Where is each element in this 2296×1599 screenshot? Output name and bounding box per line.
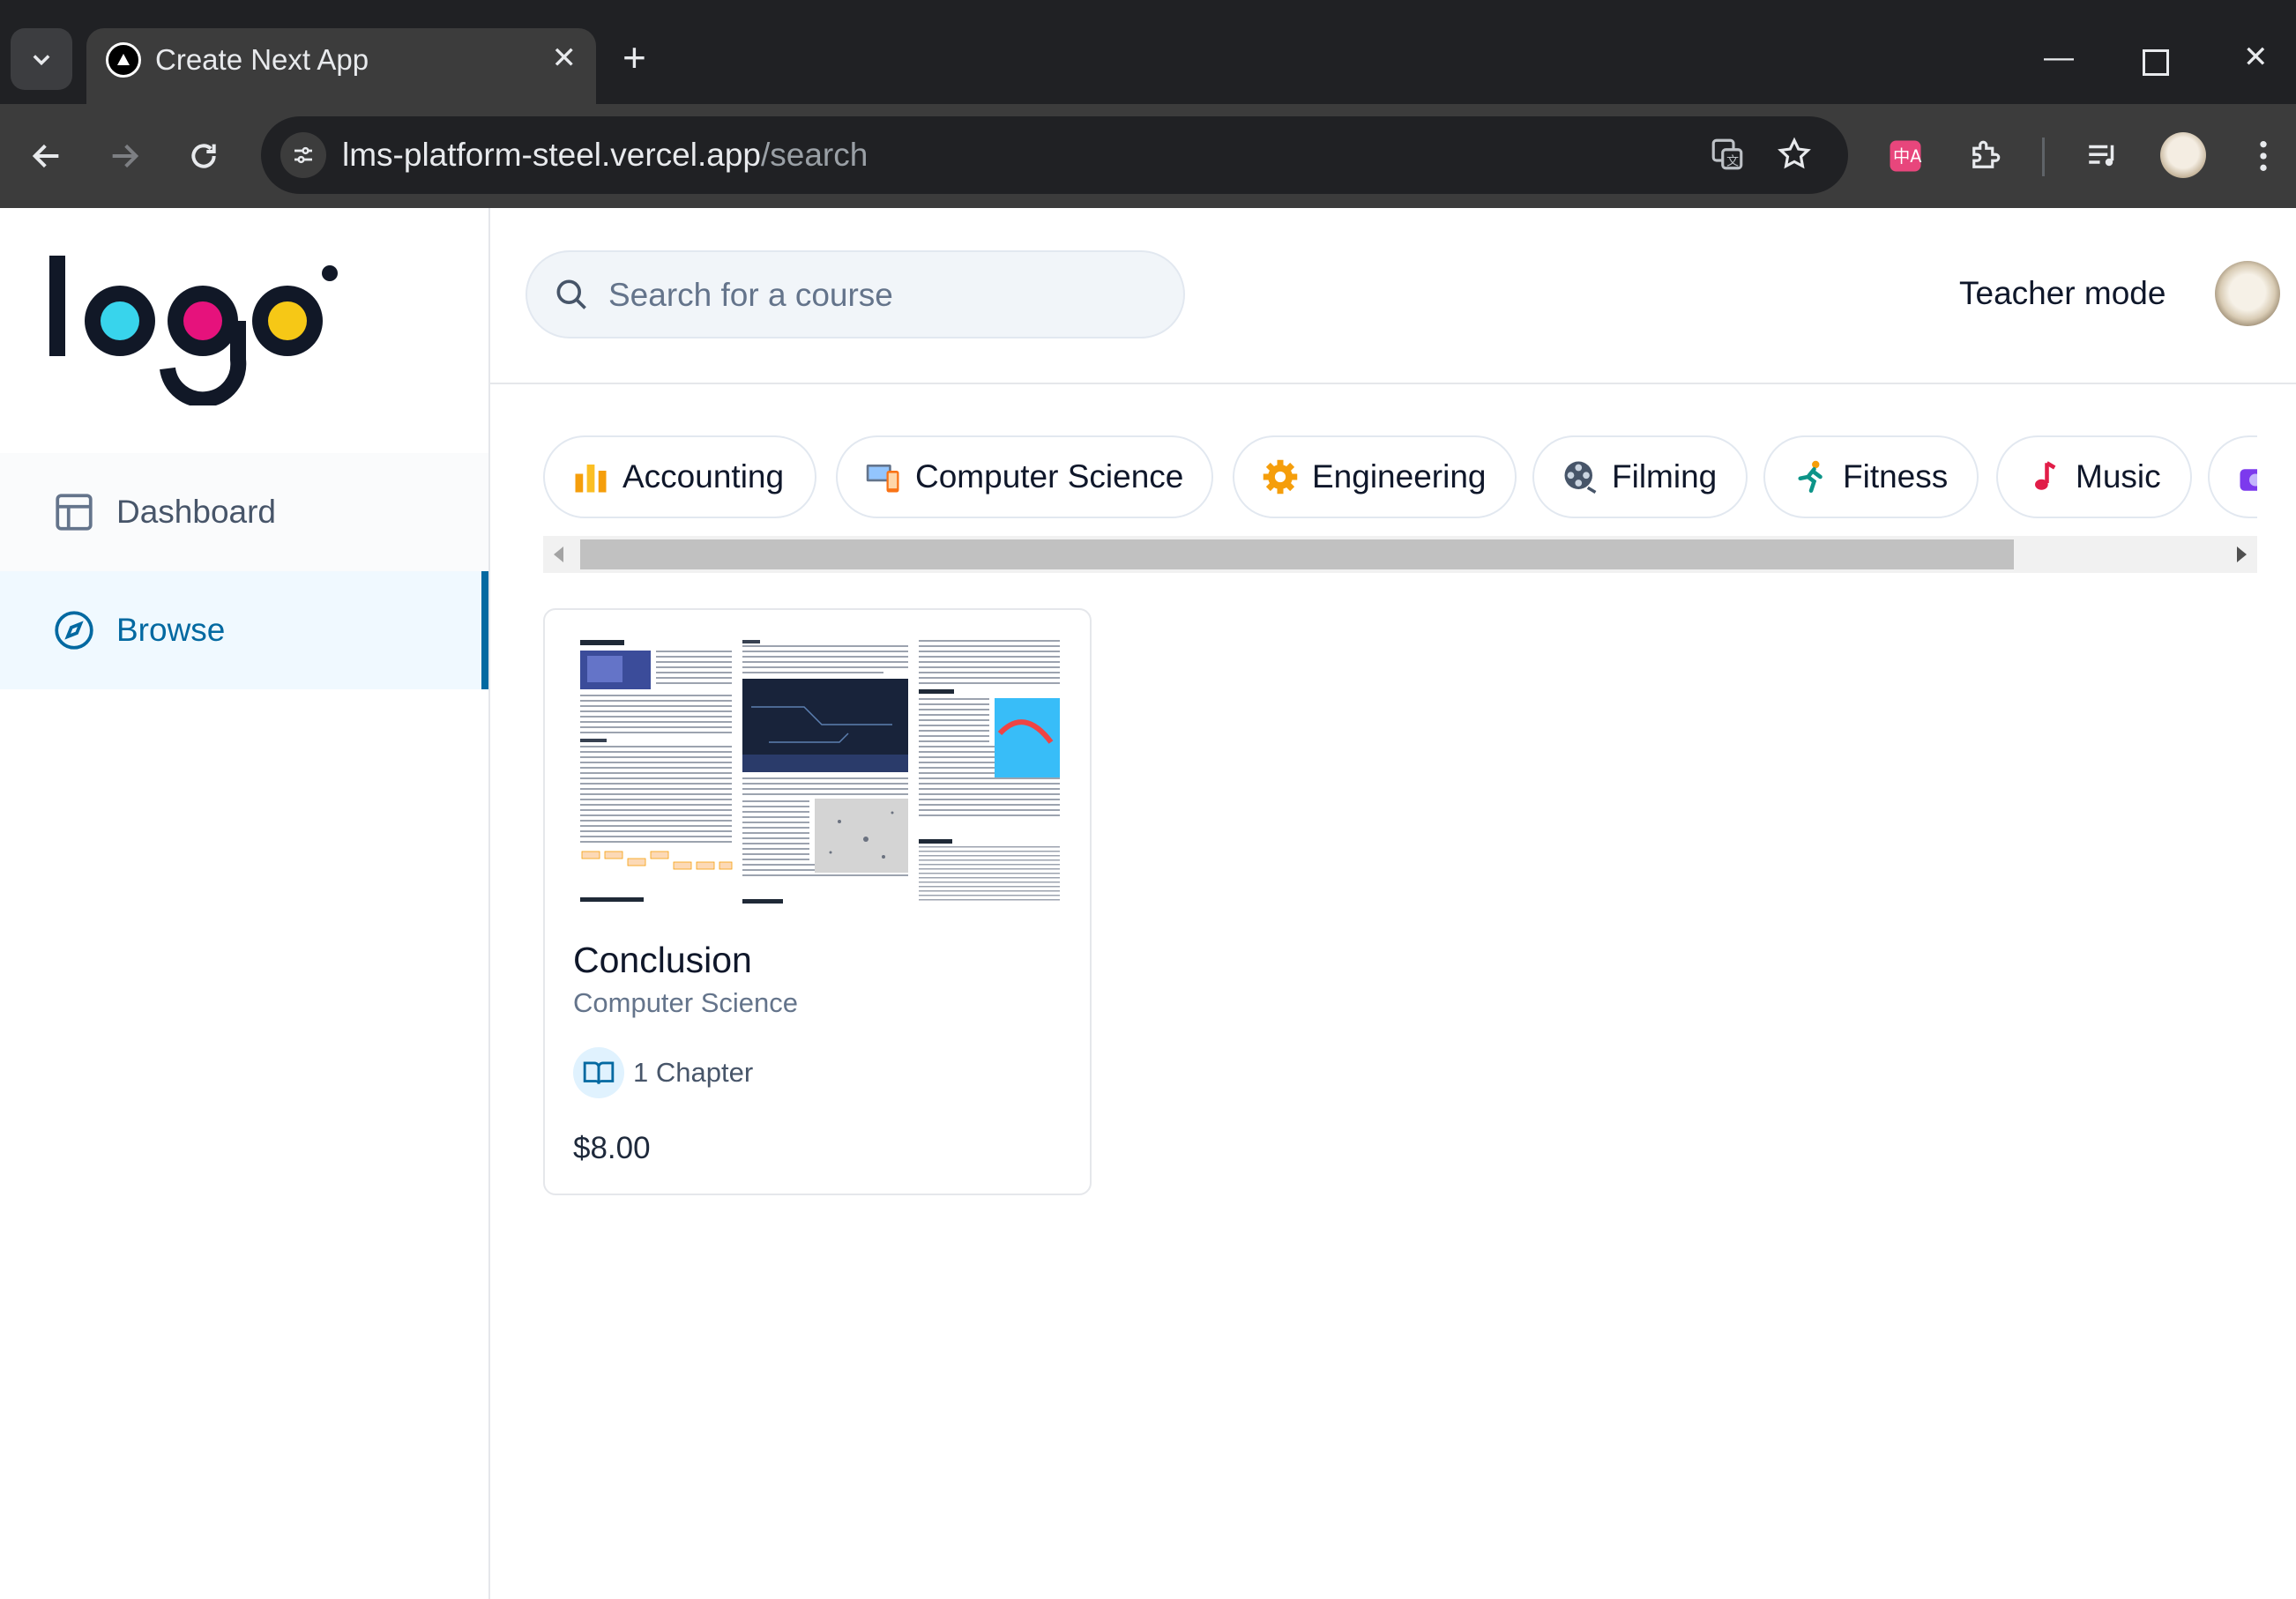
browser-toolbar: lms-platform-steel.vercel.app/search 文 中… xyxy=(0,104,2296,208)
runner-emoji-icon xyxy=(1792,457,1830,496)
category-label: Computer Science xyxy=(915,458,1184,495)
category-chip-engineering[interactable]: Engineering xyxy=(1233,435,1517,518)
translate-icon[interactable]: 文 xyxy=(1703,130,1751,178)
category-label: Fitness xyxy=(1843,458,1949,495)
url-text: lms-platform-steel.vercel.app/search xyxy=(342,136,868,175)
category-label: Music xyxy=(2076,458,2161,495)
active-indicator xyxy=(481,571,488,689)
layout-icon xyxy=(51,489,97,535)
browser-tab[interactable]: Create Next App ✕ xyxy=(86,28,596,104)
category-list: Accounting Computer Science Engineering … xyxy=(543,435,2257,524)
nextjs-favicon-icon xyxy=(106,42,141,78)
translate-extension-icon[interactable]: 中A xyxy=(1882,132,1929,180)
category-chip-music[interactable]: Music xyxy=(1996,435,2192,518)
scrollbar-thumb[interactable] xyxy=(580,539,2014,569)
teacher-mode-button[interactable]: Teacher mode xyxy=(1959,271,2166,316)
url-path: /search xyxy=(760,137,868,173)
extensions-puzzle-icon[interactable] xyxy=(1961,132,2009,180)
sidebar-item-browse[interactable]: Browse xyxy=(0,571,488,689)
more-menu-icon[interactable] xyxy=(2240,132,2287,180)
minimize-icon[interactable]: — xyxy=(2044,35,2074,79)
music-note-emoji-icon xyxy=(2024,457,2063,496)
category-label: Filming xyxy=(1612,458,1718,495)
search-box[interactable] xyxy=(526,250,1185,338)
camera-emoji-icon xyxy=(2236,457,2257,496)
chevron-down-icon xyxy=(33,55,50,66)
book-open-icon xyxy=(573,1047,624,1098)
reload-icon[interactable] xyxy=(182,134,226,178)
browser-profile-avatar[interactable] xyxy=(2160,132,2206,178)
user-avatar[interactable] xyxy=(2215,261,2280,326)
scroll-right-arrow-icon[interactable] xyxy=(2237,547,2247,562)
category-chip-computer-science[interactable]: Computer Science xyxy=(836,435,1213,518)
sidebar: Dashboard Browse xyxy=(0,208,490,1599)
category-chip-filming[interactable]: Filming xyxy=(1532,435,1748,518)
forward-icon[interactable] xyxy=(102,134,146,178)
course-price: $8.00 xyxy=(573,1131,651,1165)
sidebar-item-dashboard[interactable]: Dashboard xyxy=(0,453,488,571)
maximize-icon[interactable] xyxy=(2143,49,2169,76)
compass-icon xyxy=(51,607,97,653)
svg-text:中A: 中A xyxy=(1893,146,1922,167)
url-host: lms-platform-steel.vercel.app xyxy=(342,137,761,173)
category-chip-accounting[interactable]: Accounting xyxy=(543,435,816,518)
bookmark-star-icon[interactable] xyxy=(1770,130,1818,178)
chapter-count-text: 1 Chapter xyxy=(633,1057,754,1088)
top-navbar: Teacher mode xyxy=(490,208,2296,384)
scroll-left-arrow-icon[interactable] xyxy=(554,547,563,562)
category-chip-partial[interactable] xyxy=(2208,435,2257,518)
category-label: Accounting xyxy=(622,458,785,495)
close-window-icon[interactable]: ✕ xyxy=(2243,35,2269,79)
logo[interactable] xyxy=(46,256,346,405)
toolbar-divider xyxy=(2042,138,2045,176)
category-chip-fitness[interactable]: Fitness xyxy=(1763,435,1979,518)
computer-phone-emoji-icon xyxy=(864,457,903,496)
sidebar-item-label: Dashboard xyxy=(116,494,277,530)
new-tab-button[interactable]: + xyxy=(622,35,646,79)
address-bar[interactable]: lms-platform-steel.vercel.app/search 文 xyxy=(261,116,1848,194)
media-control-icon[interactable] xyxy=(2079,132,2127,180)
tab-title: Create Next App xyxy=(155,43,369,76)
browser-tab-bar: Create Next App ✕ + — ✕ xyxy=(0,0,2296,104)
tab-close-icon[interactable]: ✕ xyxy=(552,41,578,76)
bar-chart-emoji-icon xyxy=(571,457,610,496)
back-icon[interactable] xyxy=(25,134,69,178)
search-icon xyxy=(556,279,586,309)
category-scrollbar[interactable] xyxy=(543,536,2257,573)
film-reel-emoji-icon xyxy=(1561,457,1599,496)
chapter-count: 1 Chapter xyxy=(573,1047,753,1098)
svg-text:文: 文 xyxy=(1726,154,1739,168)
course-card[interactable]: Conclusion Computer Science 1 Chapter $8… xyxy=(543,608,1092,1195)
search-input[interactable] xyxy=(608,273,1155,317)
gear-emoji-icon xyxy=(1261,457,1300,496)
category-label: Engineering xyxy=(1312,458,1487,495)
site-settings-icon[interactable] xyxy=(280,132,326,178)
course-title[interactable]: Conclusion xyxy=(573,938,752,982)
course-thumbnail xyxy=(575,636,1065,908)
course-category: Computer Science xyxy=(573,987,799,1018)
tab-search-button[interactable] xyxy=(11,28,72,90)
sidebar-item-label: Browse xyxy=(116,612,226,648)
